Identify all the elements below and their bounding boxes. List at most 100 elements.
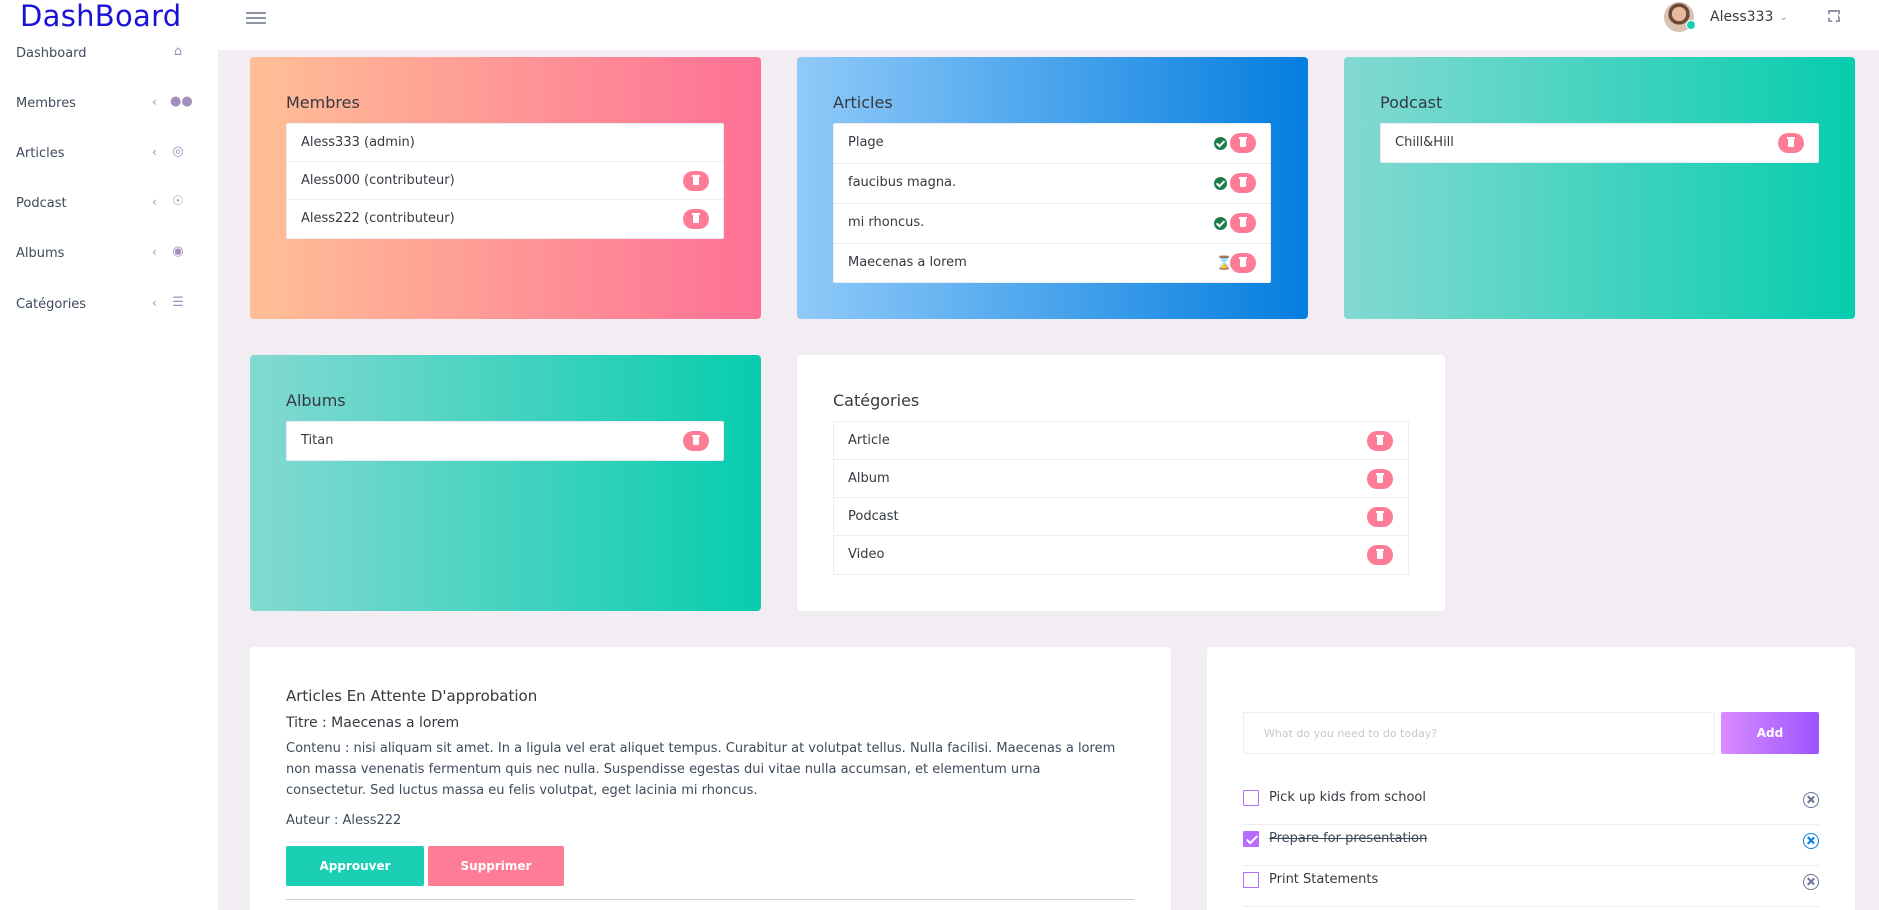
article-title: Titre : Maecenas a lorem [286, 715, 460, 731]
top-navbar: DashBoard Aless333 ⌄ [0, 0, 1879, 50]
avatar [1664, 2, 1696, 32]
card-title: Articles [833, 93, 893, 112]
sidebar-item-label: Membres [16, 96, 76, 111]
list-item-label: Article [848, 433, 890, 448]
todo-input[interactable] [1243, 712, 1715, 754]
list-item: Maecenas a lorem ⌛ [834, 244, 1270, 282]
sidebar-item-label: Dashboard [16, 46, 87, 61]
sidebar-item-label: Articles [16, 146, 65, 161]
sidebar-item-podcast[interactable]: Podcast ‹ ☉ [0, 186, 218, 222]
delete-article-button[interactable]: Supprimer [428, 846, 564, 886]
sidebar-item-categories[interactable]: Catégories ‹ ☰ [0, 287, 218, 323]
articles-card: Articles Plage faucibus magna. mi rhoncu… [797, 57, 1308, 319]
delete-button[interactable] [1367, 469, 1393, 489]
approval-title: Articles En Attente D'approbation [286, 687, 538, 705]
sidebar-item-label: Albums [16, 246, 65, 261]
list-item: mi rhoncus. [834, 204, 1270, 244]
list-item: Video [834, 536, 1408, 574]
list-icon: ☰ [172, 295, 184, 310]
list-item: Titan [287, 422, 723, 460]
sidebar-item-label: Catégories [16, 297, 87, 312]
sidebar-item-label: Podcast [16, 196, 67, 211]
todo-checkbox[interactable] [1243, 831, 1259, 847]
delete-button[interactable] [1230, 133, 1256, 153]
profile-name: Aless333 [1710, 9, 1774, 25]
chevron-down-icon: ⌄ [1779, 11, 1788, 23]
sidebar-item-dashboard[interactable]: Dashboard ⌂ [0, 36, 218, 72]
sidebar-item-articles[interactable]: Articles ‹ ◎ [0, 136, 218, 172]
menu-toggle-icon[interactable] [246, 9, 266, 25]
delete-button[interactable] [683, 431, 709, 451]
delete-button[interactable] [1230, 173, 1256, 193]
list-item: faucibus magna. [834, 164, 1270, 204]
delete-button[interactable] [1367, 545, 1393, 565]
check-circle-icon [1214, 137, 1227, 150]
list-item-label: Video [848, 547, 885, 562]
sidebar-item-membres[interactable]: Membres ‹ ●● [0, 86, 218, 122]
albums-card: Albums Titan [250, 355, 761, 611]
todo-item: Print Statements [1243, 866, 1819, 907]
brand-logo[interactable]: DashBoard [20, 0, 182, 32]
add-todo-button[interactable]: Add [1721, 712, 1819, 754]
home-icon: ⌂ [173, 44, 183, 59]
list-item: Aless333 (admin) [287, 124, 723, 162]
sidebar-item-albums[interactable]: Albums ‹ ◉ [0, 236, 218, 272]
fullscreen-icon[interactable] [1827, 9, 1841, 23]
list-item: Album [834, 460, 1408, 498]
list-item: Aless000 (contributeur) [287, 162, 723, 200]
delete-button[interactable] [1778, 133, 1804, 153]
list-item: Article [834, 422, 1408, 460]
delete-button[interactable] [1367, 507, 1393, 527]
todo-card: Add Pick up kids from school Prepare for… [1207, 647, 1855, 910]
categories-list: Article Album Podcast Video [833, 421, 1409, 575]
list-item-label: Aless333 (admin) [301, 135, 415, 150]
list-item-label: Aless000 (contributeur) [301, 173, 455, 188]
target-icon: ◎ [172, 144, 184, 159]
categories-card: Catégories Article Album Podcast Video [797, 355, 1445, 611]
list-item: Aless222 (contributeur) [287, 200, 723, 238]
todo-item: Prepare for presentation [1243, 825, 1819, 866]
todo-label: Prepare for presentation [1269, 831, 1428, 846]
delete-button[interactable] [683, 171, 709, 191]
chevron-left-icon: ‹ [152, 195, 157, 209]
chevron-left-icon: ‹ [152, 245, 157, 259]
check-circle-icon [1214, 217, 1227, 230]
card-title: Albums [286, 391, 346, 410]
remove-circle-icon[interactable] [1803, 792, 1819, 808]
chevron-left-icon: ‹ [152, 95, 157, 109]
list-item-label: Titan [301, 433, 334, 448]
list-item: Chill&Hill [1381, 124, 1818, 162]
list-item-label: mi rhoncus. [848, 215, 925, 230]
approval-card: Articles En Attente D'approbation Titre … [250, 647, 1171, 910]
card-title: Podcast [1380, 93, 1443, 112]
check-circle-icon [1214, 177, 1227, 190]
list-item-label: Album [848, 471, 890, 486]
articles-list: Plage faucibus magna. mi rhoncus. Maecen… [833, 123, 1271, 283]
profile-dropdown[interactable]: Aless333 ⌄ [1664, 2, 1788, 32]
membres-list: Aless333 (admin) Aless000 (contributeur)… [286, 123, 724, 239]
list-item-label: Podcast [848, 509, 899, 524]
todo-checkbox[interactable] [1243, 872, 1259, 888]
card-title: Membres [286, 93, 360, 112]
list-item-label: faucibus magna. [848, 175, 957, 190]
list-item-label: Maecenas a lorem [848, 255, 967, 270]
membres-card: Membres Aless333 (admin) Aless000 (contr… [250, 57, 761, 319]
approve-button[interactable]: Approuver [286, 846, 424, 886]
list-item-label: Plage [848, 135, 884, 150]
remove-circle-icon[interactable] [1803, 833, 1819, 849]
delete-button[interactable] [683, 209, 709, 229]
list-item: Plage [834, 124, 1270, 164]
delete-button[interactable] [1230, 213, 1256, 233]
delete-button[interactable] [1230, 253, 1256, 273]
card-title: Catégories [833, 391, 920, 410]
remove-circle-icon[interactable] [1803, 874, 1819, 890]
divider [286, 899, 1134, 900]
todo-checkbox[interactable] [1243, 790, 1259, 806]
article-content: Contenu : nisi aliquam sit amet. In a li… [286, 741, 1116, 798]
article-author: Auteur : Aless222 [286, 813, 402, 828]
chevron-left-icon: ‹ [152, 296, 157, 310]
delete-button[interactable] [1367, 431, 1393, 451]
list-item: Podcast [834, 498, 1408, 536]
todo-label: Print Statements [1269, 872, 1379, 887]
users-icon: ●● [170, 94, 193, 109]
